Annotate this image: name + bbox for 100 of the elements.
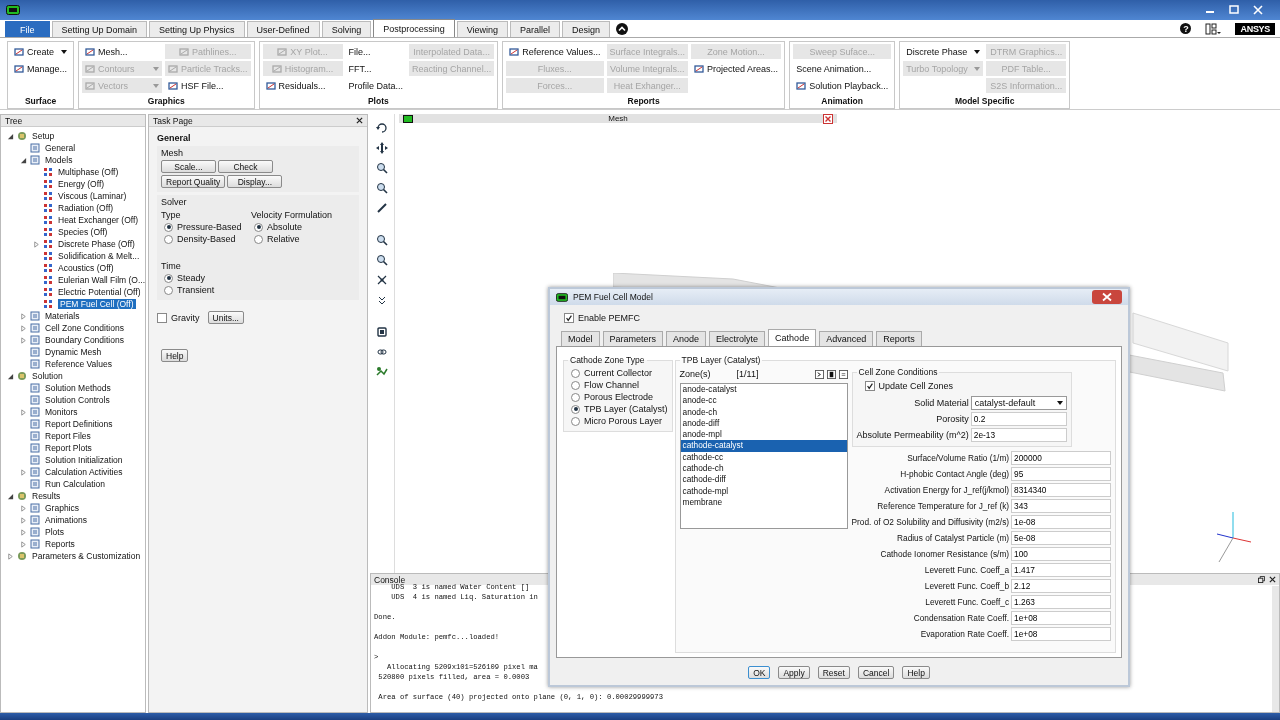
input-field[interactable]: 100 — [1011, 547, 1112, 561]
ribbon-tab[interactable]: Setting Up Domain — [51, 21, 148, 37]
list-item[interactable]: anode-diff — [680, 417, 847, 430]
ribbon-button[interactable]: Discrete Phase — [903, 44, 984, 59]
tree-item[interactable]: Materials — [1, 310, 145, 322]
tree-item[interactable]: Boundary Conditions — [1, 334, 145, 346]
tree-item[interactable]: Solution — [1, 370, 145, 382]
ribbon-button[interactable]: Projected Areas... — [691, 61, 782, 76]
rotate-icon[interactable] — [376, 122, 388, 134]
collapsed-arrow-icon[interactable] — [20, 504, 27, 512]
collapsed-arrow-icon[interactable] — [7, 552, 14, 560]
expanded-arrow-icon[interactable] — [7, 132, 14, 140]
tree-item[interactable]: Results — [1, 490, 145, 502]
frame-icon[interactable] — [376, 326, 388, 338]
close-icon[interactable] — [1250, 4, 1266, 16]
tree-item[interactable]: Discrete Phase (Off) — [1, 238, 145, 250]
tree-item[interactable]: Animations — [1, 514, 145, 526]
tree-item[interactable]: Report Plots — [1, 442, 145, 454]
units-button[interactable]: Units... — [207, 311, 244, 324]
radio-option[interactable]: Relative — [251, 233, 355, 245]
deselect-icon[interactable] — [826, 369, 836, 379]
collapsed-arrow-icon[interactable] — [20, 312, 27, 320]
input-field[interactable]: 5e-08 — [1011, 531, 1112, 545]
tree-item[interactable]: Reports — [1, 538, 145, 550]
help-button[interactable]: Help — [161, 349, 189, 362]
radio-option[interactable]: TPB Layer (Catalyst) — [568, 403, 668, 415]
radio-option[interactable]: Current Collector — [568, 367, 668, 379]
ribbon-button[interactable]: Solution Playback... — [793, 78, 892, 93]
material-dropdown[interactable]: catalyst-default — [970, 396, 1067, 410]
ribbon-tab[interactable]: Design — [562, 21, 611, 37]
dialog-tab[interactable]: Model — [561, 331, 600, 346]
pencil-icon[interactable] — [376, 202, 388, 214]
radio-option[interactable]: Porous Electrode — [568, 391, 668, 403]
tree-item[interactable]: PEM Fuel Cell (Off) — [1, 298, 145, 310]
radio-option[interactable]: Steady — [161, 272, 355, 284]
tree-item[interactable]: Heat Exchanger (Off) — [1, 214, 145, 226]
dialog-tab[interactable]: Advanced — [819, 331, 874, 346]
collapsed-arrow-icon[interactable] — [20, 468, 27, 476]
ribbon-tab[interactable]: Postprocessing — [373, 19, 455, 37]
tree-item[interactable]: Models — [1, 154, 145, 166]
radio-option[interactable]: Absolute — [251, 221, 355, 233]
tree-item[interactable]: Plots — [1, 526, 145, 538]
input-field[interactable]: 2.12 — [1011, 579, 1112, 593]
collapsed-arrow-icon[interactable] — [20, 540, 27, 548]
zoom-icon[interactable] — [376, 254, 388, 266]
close-icon[interactable] — [1269, 576, 1276, 583]
list-item[interactable]: cathode-cc — [680, 451, 847, 464]
collapsed-arrow-icon[interactable] — [20, 336, 27, 344]
ribbon-tab[interactable]: Viewing — [456, 21, 509, 37]
input-field[interactable]: 343 — [1011, 499, 1112, 513]
ribbon-button[interactable]: Scene Animation... — [793, 61, 892, 76]
list-item[interactable]: cathode-catalyst — [680, 440, 847, 452]
tree-item[interactable]: Solution Controls — [1, 394, 145, 406]
tree-item[interactable]: General — [1, 142, 145, 154]
dialog-button[interactable]: Cancel — [857, 666, 895, 679]
collapsed-arrow-icon[interactable] — [20, 408, 27, 416]
tree-item[interactable]: Report Definitions — [1, 418, 145, 430]
ribbon-button[interactable]: Manage... — [11, 61, 71, 76]
check-button[interactable]: Check — [218, 160, 273, 173]
report-quality-button[interactable]: Report Quality — [161, 175, 226, 188]
ribbon-button[interactable]: Create — [11, 44, 71, 59]
radio-option[interactable]: Flow Channel — [568, 379, 668, 391]
zoom-icon[interactable] — [376, 162, 388, 174]
tree-item[interactable]: Run Calculation — [1, 478, 145, 490]
dialog-tab[interactable]: Anode — [666, 331, 707, 346]
tree-item[interactable]: Dynamic Mesh — [1, 346, 145, 358]
layout-icon[interactable] — [1205, 22, 1222, 35]
ribbon-tab[interactable]: Parallel — [510, 21, 561, 37]
list-item[interactable]: anode-ch — [680, 406, 847, 418]
tree-item[interactable]: Calculation Activities — [1, 466, 145, 478]
scroll-bar[interactable] — [1272, 586, 1279, 712]
collapse-icon[interactable] — [616, 22, 629, 35]
zoom-icon[interactable] — [376, 182, 388, 194]
dialog-button[interactable]: Reset — [817, 666, 850, 679]
tree-item[interactable]: Solidification & Melt... — [1, 250, 145, 262]
link-icon[interactable] — [376, 346, 388, 358]
tree-item[interactable]: Solution Methods — [1, 382, 145, 394]
tree-item[interactable]: Multiphase (Off) — [1, 166, 145, 178]
expanded-arrow-icon[interactable] — [7, 492, 14, 500]
expanded-arrow-icon[interactable] — [7, 372, 14, 380]
help-icon[interactable]: ? — [1180, 23, 1192, 34]
dialog-button[interactable]: OK — [748, 666, 771, 679]
ribbon-button[interactable]: Residuals... — [262, 78, 343, 93]
dialog-tab[interactable]: Parameters — [602, 331, 664, 346]
ribbon-tab[interactable]: Setting Up Physics — [149, 21, 245, 37]
ribbon-button[interactable]: Reference Values... — [506, 44, 604, 59]
ribbon-button[interactable]: HSF File... — [165, 78, 251, 93]
tree-item[interactable]: Reference Values — [1, 358, 145, 370]
maximize-icon[interactable] — [1226, 4, 1242, 16]
zoom-icon[interactable] — [376, 234, 388, 246]
ribbon-tab[interactable]: Solving — [321, 21, 372, 37]
input-field[interactable]: 1.263 — [1011, 595, 1112, 609]
collapsed-arrow-icon[interactable] — [20, 324, 27, 332]
axes-icon[interactable] — [376, 274, 388, 286]
list-item[interactable]: cathode-mpl — [680, 485, 847, 497]
tree-item[interactable]: Electric Potential (Off) — [1, 286, 145, 298]
ribbon-tab[interactable]: User-Defined — [246, 21, 320, 37]
display-button[interactable]: Display... — [227, 175, 283, 188]
collapsed-arrow-icon[interactable] — [20, 528, 27, 536]
ribbon-button[interactable]: File... — [345, 44, 407, 59]
